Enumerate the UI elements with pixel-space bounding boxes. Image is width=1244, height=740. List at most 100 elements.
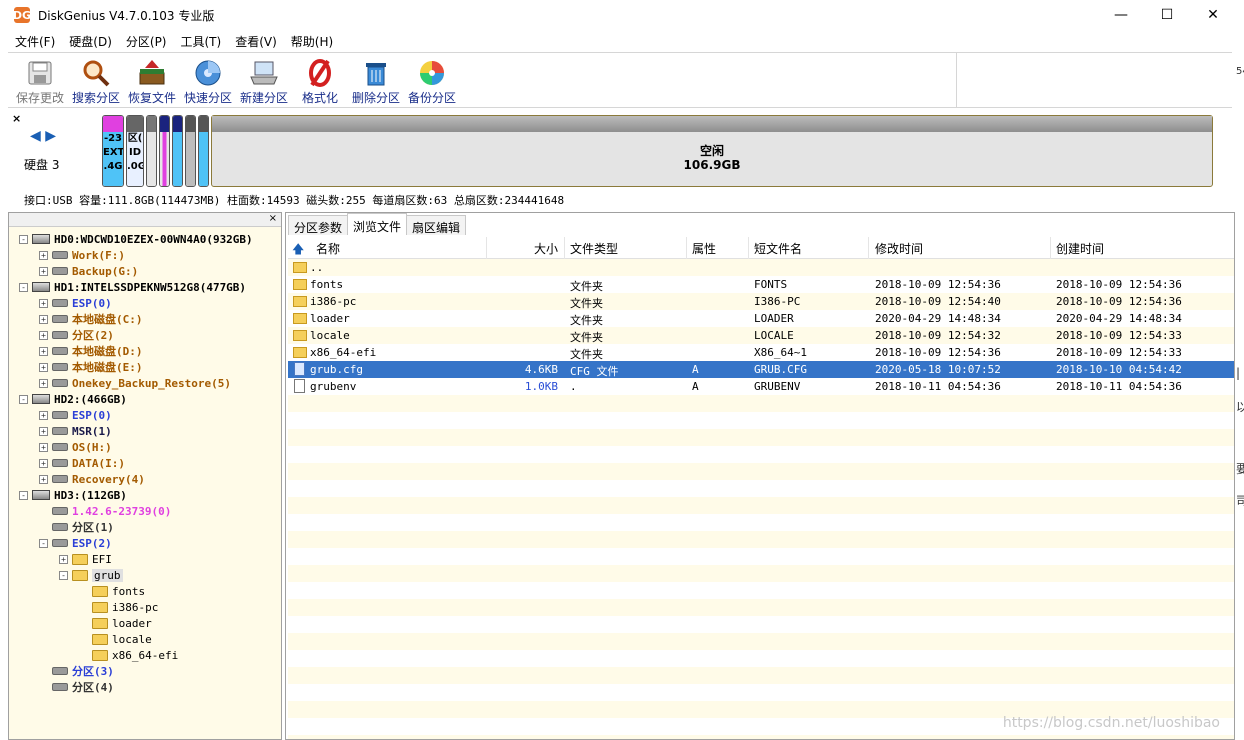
- tree-expander-icon[interactable]: +: [39, 346, 48, 356]
- menu-help[interactable]: 帮助(H): [284, 33, 340, 50]
- menu-partition[interactable]: 分区(P): [119, 33, 174, 50]
- free-space-block[interactable]: 空闲 106.9GB: [211, 115, 1213, 187]
- partition-block-5[interactable]: [185, 115, 196, 187]
- tree-expander-icon[interactable]: +: [39, 474, 48, 484]
- file-row[interactable]: i386-pc 文件夹 I386-PC 2018-10-09 12:54:40 2018…: [288, 293, 1234, 310]
- tab-browse-files[interactable]: 浏览文件: [347, 213, 408, 235]
- partition-block-0[interactable]: -23 EXT3 .4G: [102, 115, 124, 187]
- file-row[interactable]: loader 文件夹 LOADER 2020-04-29 14:48:34 2020-0…: [288, 310, 1234, 327]
- quick-partition-button[interactable]: 快速分区: [182, 53, 234, 106]
- tree-item-label: Onekey_Backup_Restore(5): [72, 376, 231, 390]
- column-size[interactable]: 大小: [534, 240, 558, 257]
- tree-partition-item[interactable]: + OS(H:): [39, 439, 112, 455]
- tab-sector-edit[interactable]: 扇区编辑: [406, 215, 467, 235]
- tree-expander-icon[interactable]: +: [39, 410, 48, 420]
- tree-expander-icon[interactable]: +: [39, 378, 48, 388]
- tab-partition-params[interactable]: 分区参数: [288, 215, 349, 235]
- file-row[interactable]: fonts 文件夹 FONTS 2018-10-09 12:54:36 2018-10-…: [288, 276, 1234, 293]
- tree-folder-item[interactable]: - grub: [59, 567, 123, 583]
- tree-expander-icon[interactable]: -: [19, 234, 28, 244]
- tree-partition-item[interactable]: - ESP(2): [39, 535, 112, 551]
- tree-partition-item[interactable]: + 本地磁盘(D:): [39, 343, 143, 359]
- tree-expander-icon[interactable]: +: [39, 362, 48, 372]
- menu-file[interactable]: 文件(F): [8, 33, 62, 50]
- folder-icon: [92, 601, 108, 613]
- tree-folder-item[interactable]: locale: [79, 631, 152, 647]
- tree-disk-item[interactable]: - HD0:WDCWD10EZEX-00WN4A0(932GB): [19, 231, 253, 247]
- backup-partition-button[interactable]: 备份分区: [406, 53, 458, 106]
- tree-expander-icon[interactable]: -: [39, 538, 48, 548]
- tree-folder-item[interactable]: loader: [79, 615, 152, 631]
- tree-partition-item[interactable]: + Recovery(4): [39, 471, 145, 487]
- previous-disk-icon[interactable]: ◀: [30, 128, 41, 144]
- tree-partition-item[interactable]: 分区(1): [39, 519, 114, 535]
- tree-partition-item[interactable]: + MSR(1): [39, 423, 112, 439]
- tree-panel-close-icon[interactable]: ×: [269, 213, 277, 224]
- tree-partition-item[interactable]: 分区(4): [39, 679, 114, 695]
- tree-expander-icon[interactable]: +: [39, 442, 48, 452]
- maximize-button[interactable]: ☐: [1144, 0, 1190, 30]
- tree-expander-icon[interactable]: +: [39, 458, 48, 468]
- close-button[interactable]: ✕: [1190, 0, 1236, 30]
- column-name[interactable]: 名称: [316, 240, 340, 257]
- tree-expander-icon[interactable]: +: [39, 298, 48, 308]
- tree-partition-item[interactable]: 分区(3): [39, 663, 114, 679]
- column-short-name[interactable]: 短文件名: [754, 240, 802, 257]
- column-type[interactable]: 文件类型: [570, 240, 618, 257]
- minimize-button[interactable]: —: [1098, 0, 1144, 30]
- partition-block-6[interactable]: [198, 115, 209, 187]
- file-row[interactable]: locale 文件夹 LOCALE 2018-10-09 12:54:32 2018-1…: [288, 327, 1234, 344]
- partition-block-3[interactable]: [159, 115, 170, 187]
- partition-block-1[interactable]: 区( ID .0G: [126, 115, 144, 187]
- recover-files-button[interactable]: 恢复文件: [126, 53, 178, 106]
- tree-expander-icon[interactable]: +: [39, 426, 48, 436]
- new-partition-button[interactable]: 新建分区: [238, 53, 290, 106]
- tree-expander-icon[interactable]: +: [39, 250, 48, 260]
- file-row[interactable]: grub.cfg 4.6KB CFG 文件 A GRUB.CFG 2020-05-18 1…: [288, 361, 1234, 378]
- tree-folder-item[interactable]: + EFI: [59, 551, 112, 567]
- format-button[interactable]: 格式化: [294, 53, 346, 106]
- next-disk-icon[interactable]: ▶: [45, 128, 56, 144]
- watermark-text: https://blog.csdn.net/luoshibao: [1002, 715, 1220, 731]
- partition-block-4[interactable]: [172, 115, 183, 187]
- tree-partition-item[interactable]: + Backup(G:): [39, 263, 138, 279]
- tree-partition-item[interactable]: + 本地磁盘(C:): [39, 311, 143, 327]
- tree-partition-item[interactable]: + 本地磁盘(E:): [39, 359, 143, 375]
- search-partition-button[interactable]: 搜索分区: [70, 53, 122, 106]
- menu-disk[interactable]: 硬盘(D): [62, 33, 119, 50]
- tree-partition-item[interactable]: + 分区(2): [39, 327, 114, 343]
- tree-partition-item[interactable]: + Onekey_Backup_Restore(5): [39, 375, 231, 391]
- tree-folder-item[interactable]: i386-pc: [79, 599, 158, 615]
- tree-expander-icon[interactable]: -: [19, 282, 28, 292]
- menu-tools[interactable]: 工具(T): [174, 33, 229, 50]
- partition-block-2[interactable]: [146, 115, 157, 187]
- delete-partition-button[interactable]: 删除分区: [350, 53, 402, 106]
- tree-partition-item[interactable]: 1.42.6-23739(0): [39, 503, 171, 519]
- column-created[interactable]: 创建时间: [1056, 240, 1104, 257]
- file-row[interactable]: x86_64-efi 文件夹 X86_64~1 2018-10-09 12:54:36…: [288, 344, 1234, 361]
- tree-folder-item[interactable]: x86_64-efi: [79, 647, 178, 663]
- file-row[interactable]: grubenv 1.0KB. A GRUBENV 2018-10-11 04:54:36…: [288, 378, 1234, 395]
- tree-disk-item[interactable]: - HD1:INTELSSDPEKNW512G8(477GB): [19, 279, 246, 295]
- tree-partition-item[interactable]: + DATA(I:): [39, 455, 125, 471]
- up-folder-icon[interactable]: 🡅: [292, 240, 304, 261]
- tree-partition-item[interactable]: + ESP(0): [39, 407, 112, 423]
- tree-expander-icon[interactable]: +: [39, 314, 48, 324]
- tree-partition-item[interactable]: + Work(F:): [39, 247, 125, 263]
- file-row[interactable]: ..: [288, 259, 1234, 276]
- column-modified[interactable]: 修改时间: [875, 240, 923, 257]
- disk-map-close-icon[interactable]: ×: [12, 112, 21, 125]
- menu-view[interactable]: 查看(V): [228, 33, 284, 50]
- tree-disk-item[interactable]: - HD2:(466GB): [19, 391, 127, 407]
- tree-folder-item[interactable]: fonts: [79, 583, 145, 599]
- tree-expander-icon[interactable]: -: [19, 394, 28, 404]
- tree-expander-icon[interactable]: +: [59, 554, 68, 564]
- tree-expander-icon[interactable]: +: [39, 330, 48, 340]
- tree-expander-icon[interactable]: +: [39, 266, 48, 276]
- column-attributes[interactable]: 属性: [692, 240, 716, 257]
- tree-disk-item[interactable]: - HD3:(112GB): [19, 487, 127, 503]
- tree-expander-icon[interactable]: -: [19, 490, 28, 500]
- tree-partition-item[interactable]: + ESP(0): [39, 295, 112, 311]
- tree-expander-icon[interactable]: -: [59, 570, 68, 580]
- save-changes-button[interactable]: 保存更改: [14, 53, 66, 106]
